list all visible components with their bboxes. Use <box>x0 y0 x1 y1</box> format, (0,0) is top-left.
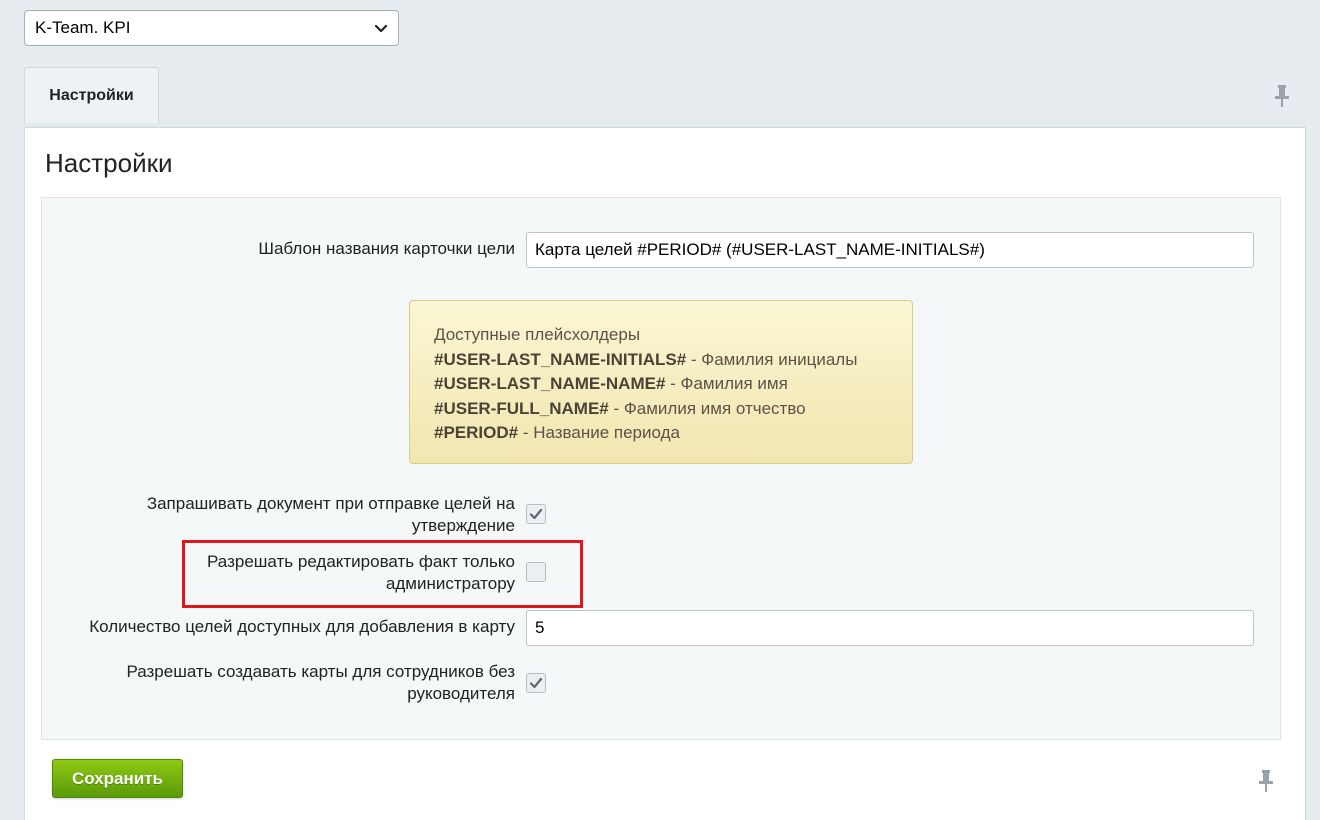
admin-only-edit-label: Разрешать редактировать факт только адми… <box>207 552 515 593</box>
goals-count-label: Количество целей доступных для добавлени… <box>89 617 515 636</box>
allow-no-manager-label: Разрешать создавать карты для сотруднико… <box>126 662 515 703</box>
hint-item: #USER-LAST_NAME-NAME# - Фамилия имя <box>434 374 788 393</box>
card-template-input[interactable]: Карта целей #PERIOD# (#USER-LAST_NAME-IN… <box>526 232 1254 268</box>
settings-form <box>41 197 1281 740</box>
hint-item: #USER-FULL_NAME# - Фамилия имя отчество <box>434 398 806 418</box>
module-select-value: K-Team. KPI <box>35 18 131 37</box>
hint-title: Доступные плейсхолдеры <box>434 325 641 344</box>
chevron-down-icon <box>374 21 388 35</box>
pin-icon[interactable] <box>1272 84 1292 108</box>
card-template-label: Шаблон названия карточки цели <box>258 239 515 258</box>
hint-item: #PERIOD# - Название периода <box>434 423 680 442</box>
admin-only-edit-checkbox[interactable] <box>526 562 546 582</box>
placeholders-hint: Доступные плейсхолдеры #USER-LAST_NAME-I… <box>409 300 913 464</box>
goals-count-input[interactable]: 5 <box>526 610 1254 646</box>
tab-bar <box>24 120 1306 128</box>
checkmark-icon <box>529 677 543 689</box>
save-button[interactable]: Сохранить <box>52 759 183 798</box>
hint-item: #USER-LAST_NAME-INITIALS# - Фамилия иниц… <box>434 349 858 369</box>
page-title: Настройки <box>45 148 173 178</box>
save-button-label: Сохранить <box>71 768 164 788</box>
request-document-label: Запрашивать документ при отправке целей … <box>146 494 515 535</box>
goals-count-value: 5 <box>535 618 545 637</box>
pin-icon[interactable] <box>1256 769 1276 793</box>
card-template-value: Карта целей #PERIOD# (#USER-LAST_NAME-IN… <box>535 240 985 259</box>
allow-no-manager-checkbox[interactable] <box>526 673 546 693</box>
module-select[interactable]: K-Team. KPI <box>24 10 399 46</box>
tab-settings-label: Настройки <box>49 86 134 104</box>
checkmark-icon <box>529 508 543 520</box>
request-document-checkbox[interactable] <box>526 504 546 524</box>
tab-settings[interactable]: Настройки <box>24 67 159 123</box>
